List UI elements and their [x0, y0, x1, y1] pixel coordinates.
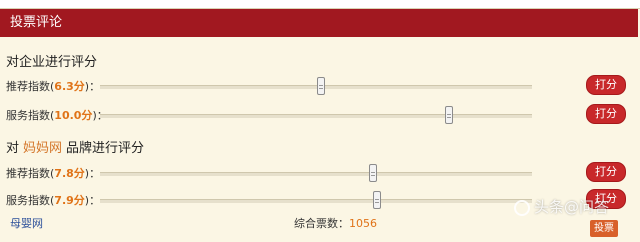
panel-header: 投票评论: [0, 9, 638, 37]
rating-label: 服务指数(10.0分)：: [6, 109, 108, 122]
rating-label: 推荐指数(7.8分)：: [6, 167, 101, 180]
rate-button[interactable]: 打分: [586, 162, 626, 182]
rating-slider-thumb[interactable]: [373, 191, 381, 209]
rating-slider-thumb[interactable]: [369, 164, 377, 182]
rating-slider-track[interactable]: [100, 164, 532, 182]
rating-score: 7.8分: [54, 167, 85, 180]
rating-label: 推荐指数(6.3分)：: [6, 80, 101, 93]
section-title-company: 对企业进行评分: [6, 55, 98, 70]
rating-label: 服务指数(7.9分)：: [6, 194, 101, 207]
rating-row-brand-recommend: 推荐指数(7.8分)： 打分: [0, 162, 640, 184]
brand-link[interactable]: 妈妈网: [23, 141, 62, 156]
total-votes: 综合票数：1056: [294, 217, 377, 230]
rate-button[interactable]: 打分: [586, 104, 626, 124]
watermark: 头条@问答: [514, 196, 609, 217]
panel-title: 投票评论: [10, 15, 63, 30]
rating-slider-thumb[interactable]: [317, 77, 325, 95]
rating-score: 10.0分: [54, 109, 93, 122]
rating-slider-track[interactable]: [100, 191, 532, 209]
site-name-link[interactable]: 母婴网: [10, 215, 43, 231]
toutiao-logo-icon: [514, 199, 530, 216]
rating-row-company-service: 服务指数(10.0分)： 打分: [0, 104, 640, 126]
rate-button[interactable]: 打分: [586, 75, 626, 95]
rating-score: 6.3分: [54, 80, 85, 93]
rating-slider-thumb[interactable]: [445, 106, 453, 124]
rating-score: 7.9分: [54, 194, 85, 207]
rating-row-company-recommend: 推荐指数(6.3分)： 打分: [0, 75, 640, 97]
section-title-brand: 对妈妈网 品牌进行评分: [6, 141, 145, 156]
total-votes-value: 1056: [349, 217, 377, 230]
vote-button[interactable]: 投票: [590, 220, 618, 237]
rating-slider-track[interactable]: [100, 106, 532, 124]
rating-slider-track[interactable]: [100, 77, 532, 95]
